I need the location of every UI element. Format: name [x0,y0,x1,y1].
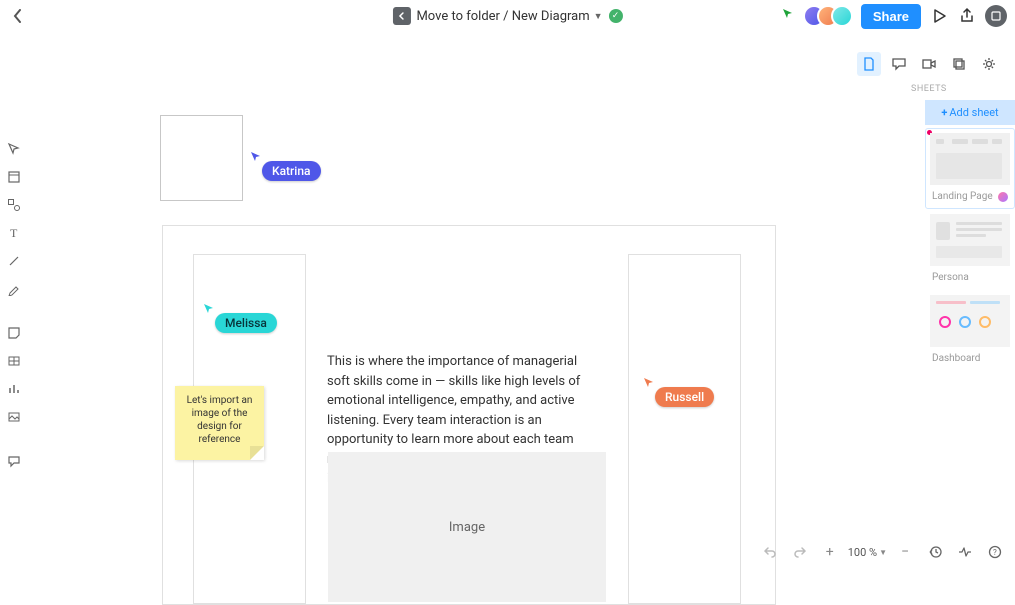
history-icon[interactable] [923,540,947,564]
image-placeholder-label: Image [449,520,485,535]
redo-button[interactable] [788,540,812,564]
breadcrumb-text: Move to folder / New Diagram [416,9,589,24]
breadcrumb[interactable]: Move to folder / New Diagram ▼ ✓ [392,7,622,25]
sheet-item[interactable]: Landing Page [925,128,1015,209]
sync-status-icon: ✓ [609,9,623,23]
collaborator-cursor-melissa: Melissa [215,312,277,333]
add-sheet-button[interactable]: +Add sheet [925,100,1015,125]
sheets-section-label: SHEETS [911,84,1001,94]
present-icon[interactable] [929,6,949,26]
sheet-name-label: Dashboard [932,353,980,364]
collaborator-label: Russell [655,387,714,407]
canvas-shape[interactable] [628,254,741,604]
presence-cursor-icon [781,7,795,25]
presence-dot-icon [998,192,1008,202]
collaborator-label: Melissa [215,313,277,333]
sheet-item[interactable]: Persona [925,209,1015,290]
undo-button[interactable] [758,540,782,564]
sheet-thumbnail [930,133,1010,185]
sheet-name-label: Persona [932,272,969,283]
canvas-shape[interactable] [160,115,243,201]
sheet-thumbnail [930,214,1010,266]
top-bar: Move to folder / New Diagram ▼ ✓ Share [0,0,1015,32]
comments-panel-icon[interactable] [887,52,911,76]
sticky-note-text: Let's import an image of the design for … [187,395,253,445]
sheet-name-label: Landing Page [932,191,993,202]
layers-panel-icon[interactable] [947,52,971,76]
collaborator-cursor-russell: Russell [655,386,714,407]
image-placeholder[interactable]: Image [328,452,606,602]
caret-down-icon: ▼ [594,11,603,22]
activity-icon[interactable] [953,540,977,564]
sheet-thumbnail [930,295,1010,347]
sheets-panel-icon[interactable] [857,52,881,76]
svg-text:?: ? [993,548,997,557]
settings-panel-icon[interactable] [977,52,1001,76]
sheet-item[interactable]: Dashboard [925,290,1015,371]
canvas[interactable]: This is where the importance of manageri… [0,32,880,570]
collaborator-avatars[interactable] [803,5,853,27]
zoom-in-button[interactable]: + [818,540,842,564]
bottom-bar: + 100 %▼ − ? [758,540,1007,564]
collaborator-label: Katrina [262,161,321,181]
collaborator-cursor-katrina: Katrina [262,160,321,181]
zoom-out-button[interactable]: − [893,540,917,564]
share-button[interactable]: Share [861,4,921,29]
help-icon[interactable]: ? [983,540,1007,564]
video-panel-icon[interactable] [917,52,941,76]
sheet-list: Landing Page Persona Dashboard [925,128,1015,371]
back-button[interactable] [4,2,32,30]
zoom-level[interactable]: 100 %▼ [848,546,887,559]
sticky-note[interactable]: Let's import an image of the design for … [175,386,264,460]
sticky-fold-icon [250,446,264,460]
folder-icon [392,7,410,25]
right-panel-icons [857,52,1001,76]
more-menu-icon[interactable] [985,5,1007,27]
export-icon[interactable] [957,6,977,26]
avatar[interactable] [831,5,853,27]
